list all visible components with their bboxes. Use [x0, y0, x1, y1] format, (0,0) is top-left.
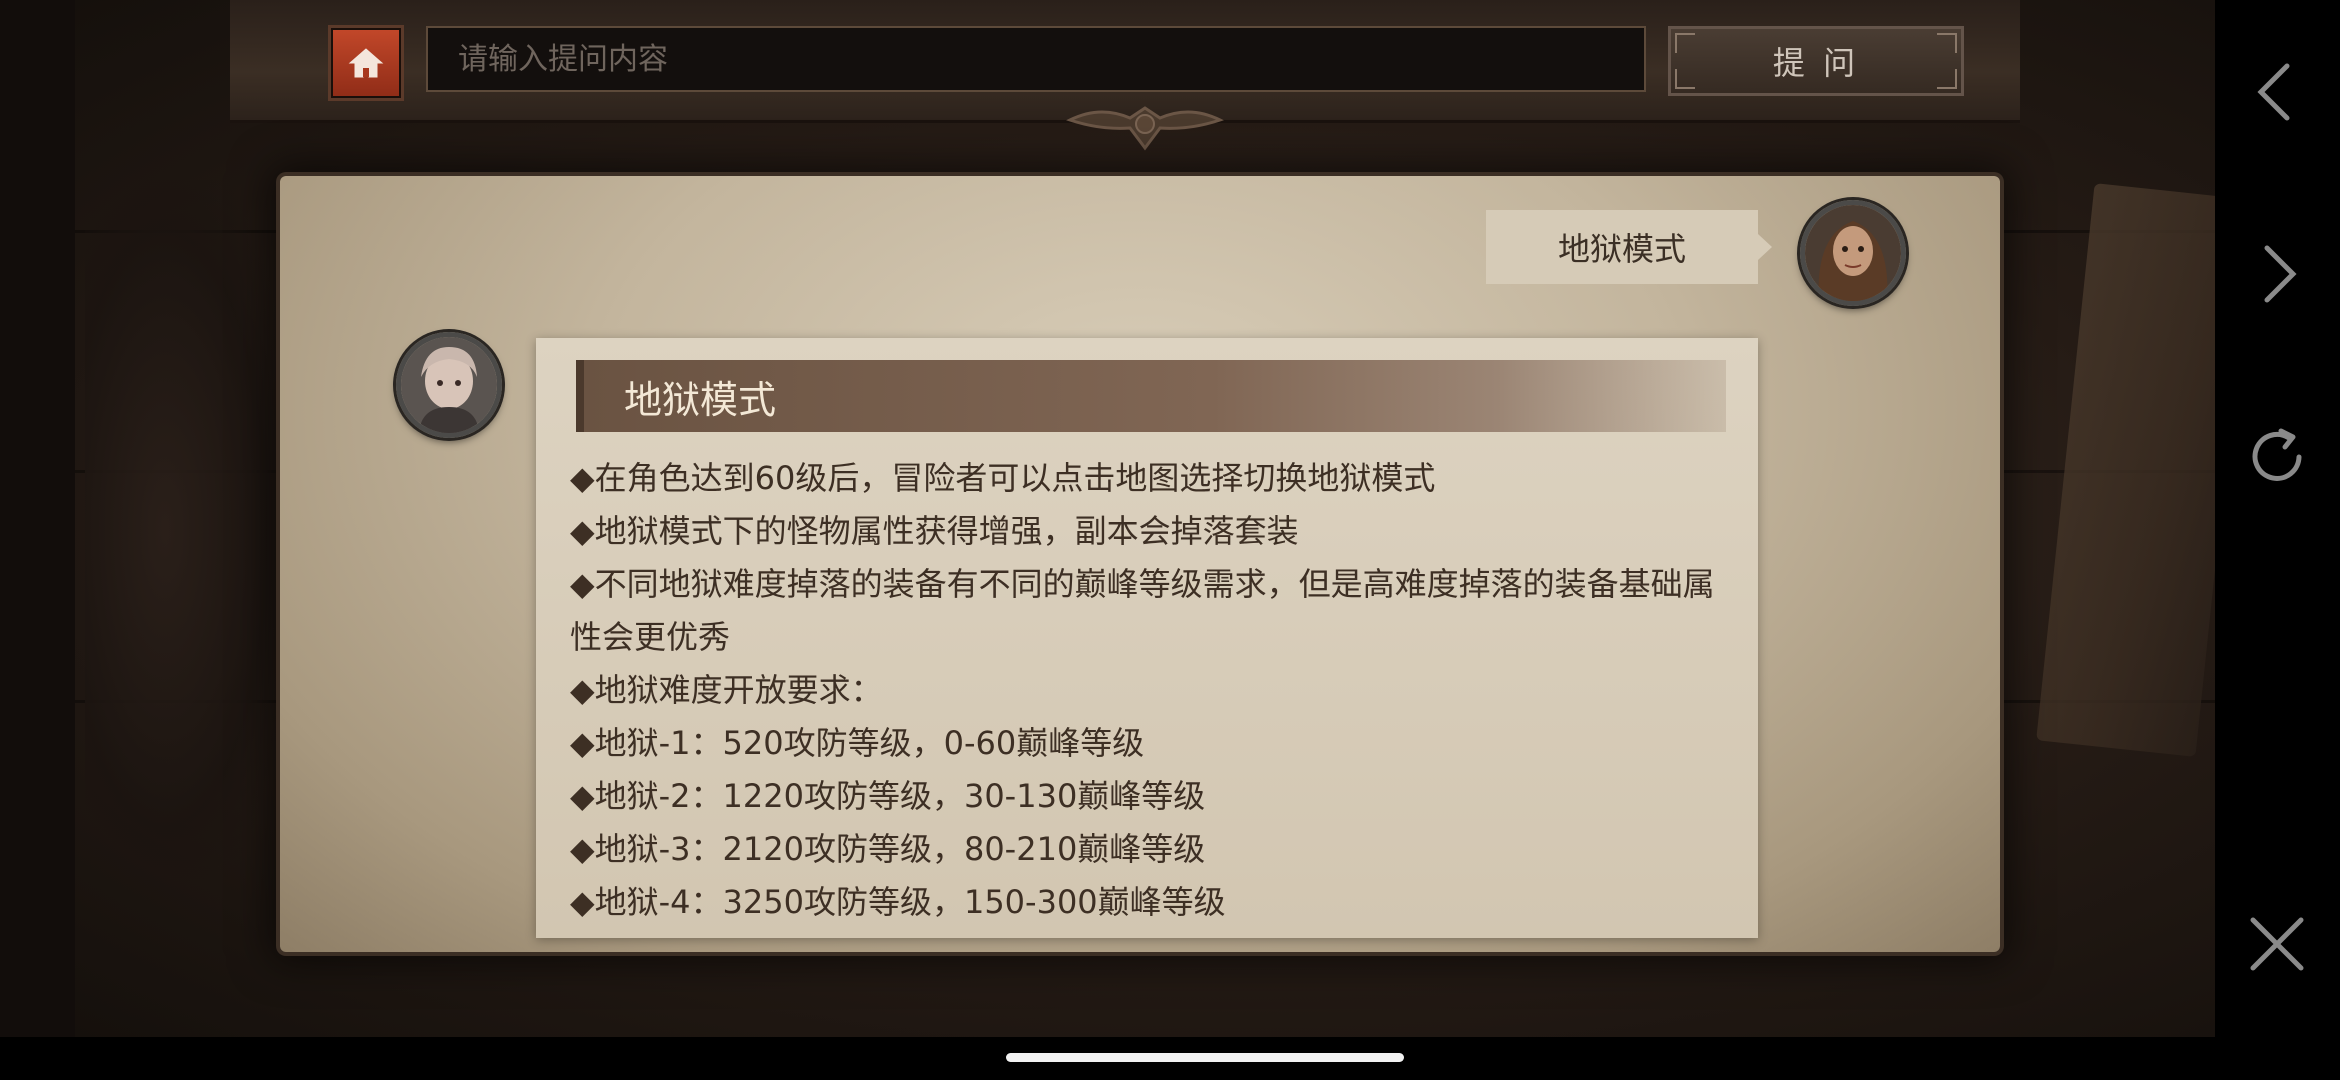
left-edge: [0, 0, 75, 1080]
back-button[interactable]: [2245, 60, 2309, 124]
frame-corner: [1937, 69, 1957, 89]
home-button[interactable]: [328, 25, 404, 101]
frame-corner: [1937, 33, 1957, 53]
chevron-right-icon: [2264, 245, 2297, 303]
question-input[interactable]: [426, 26, 1646, 92]
answer-line: ◆地狱模式下的怪物属性获得增强，副本会掉落套装: [570, 512, 1299, 550]
frame-corner: [1675, 69, 1695, 89]
answer-line: ◆在角色达到60级后，冒险者可以点击地图选择切换地狱模式: [570, 459, 1436, 497]
user-avatar: [1800, 200, 1906, 306]
chevron-left-icon: [2257, 63, 2290, 121]
answer-line: ◆地狱-1：520攻防等级，0-60巅峰等级: [570, 724, 1145, 762]
ask-button[interactable]: 提 问: [1668, 26, 1964, 96]
refresh-icon: [2252, 428, 2302, 481]
screen: 提 问 地狱模式 地狱模式 ◆在角色达到60级后，冒险者: [0, 0, 2340, 1080]
answer-line: ◆地狱-4：3250攻防等级，150-300巅峰等级: [570, 883, 1226, 921]
answer-card[interactable]: 地狱模式 ◆在角色达到60级后，冒险者可以点击地图选择切换地狱模式 ◆地狱模式下…: [536, 338, 1758, 938]
answer-line: ◆地狱难度开放要求：: [570, 671, 883, 709]
refresh-button[interactable]: [2245, 425, 2309, 489]
portrait-icon: [1805, 205, 1901, 301]
portrait-icon: [401, 337, 497, 433]
crest-icon: [1066, 106, 1224, 151]
assistant-avatar: [396, 332, 502, 438]
close-button[interactable]: [2245, 912, 2309, 976]
answer-line: ◆地狱-3：2120攻防等级，80-210巅峰等级: [570, 830, 1206, 868]
user-question-bubble: 地狱模式: [1486, 210, 1772, 284]
answer-title: 地狱模式: [576, 360, 1726, 432]
answer-body: ◆在角色达到60级后，冒险者可以点击地图选择切换地狱模式 ◆地狱模式下的怪物属性…: [570, 452, 1730, 929]
home-icon: [348, 48, 384, 78]
close-icon: [2250, 917, 2304, 971]
answer-line: ◆不同地狱难度掉落的装备有不同的巅峰等级需求，但是高难度掉落的装备基础属性会更优…: [570, 565, 1715, 656]
browser-nav-bar: [2215, 0, 2340, 1080]
ask-button-label: 提 问: [1772, 44, 1860, 82]
user-question-text: 地狱模式: [1557, 230, 1686, 268]
wall-decoration: [85, 180, 285, 880]
answer-line: ◆地狱-2：1220攻防等级，30-130巅峰等级: [570, 777, 1206, 815]
crest-ornament: [1060, 100, 1230, 160]
frame-corner: [1675, 33, 1695, 53]
forward-button[interactable]: [2245, 242, 2309, 306]
home-indicator[interactable]: [1006, 1053, 1404, 1062]
